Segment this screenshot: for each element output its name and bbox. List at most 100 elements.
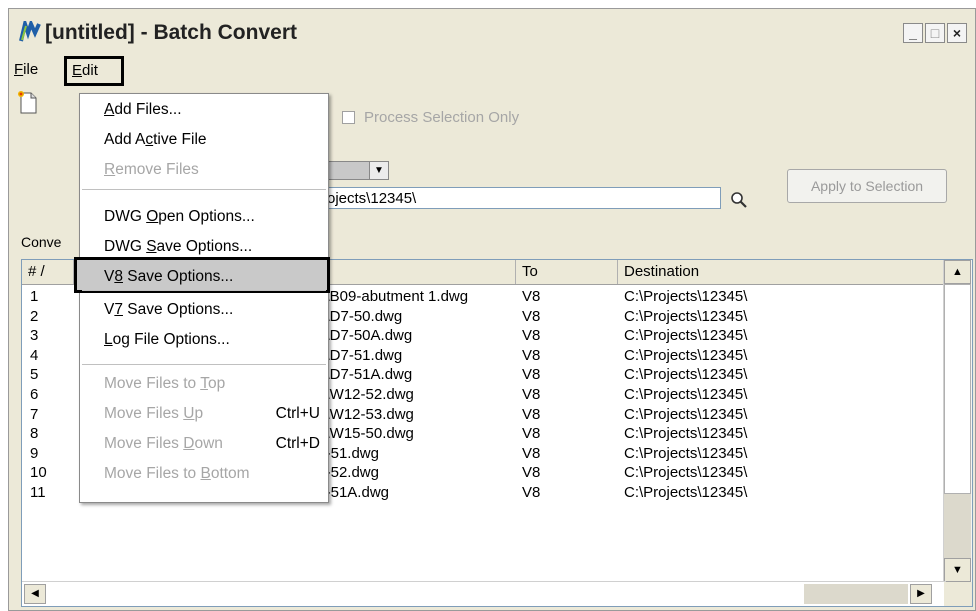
process-selection-checkbox[interactable] bbox=[342, 111, 355, 124]
apply-to-selection-button[interactable]: Apply to Selection bbox=[787, 169, 947, 203]
menu-item-move-files-up[interactable]: Move Files Up Ctrl+U bbox=[80, 402, 328, 426]
row-source-file: s\W15-50.dwg bbox=[318, 425, 414, 443]
row-destination: C:\Projects\12345\ bbox=[624, 484, 748, 501]
process-selection-label: Process Selection Only bbox=[364, 109, 520, 126]
menu-item-label: V8 Save Options... bbox=[104, 268, 234, 285]
column-number[interactable]: # / bbox=[22, 260, 74, 284]
row-destination: C:\Projects\12345\ bbox=[624, 464, 748, 482]
row-destination: C:\Projects\12345\ bbox=[624, 386, 748, 403]
row-destination: C:\Projects\12345\ bbox=[624, 366, 748, 384]
row-source-file: s\W12-53.dwg bbox=[318, 405, 414, 423]
row-source-file: s\D7-50.dwg bbox=[318, 307, 403, 325]
scroll-down-icon[interactable]: ▼ bbox=[944, 558, 971, 582]
menu-item-label: Move Files Up bbox=[104, 405, 204, 422]
menu-item-v8-save-options[interactable]: V8 Save Options... bbox=[80, 265, 328, 289]
menu-item-dwg-save-options[interactable]: DWG Save Options... bbox=[80, 235, 328, 259]
row-destination: C:\Projects\12345\ bbox=[624, 288, 748, 305]
destination-path-field[interactable]: rojects\12345\ bbox=[309, 187, 721, 209]
new-document-icon[interactable] bbox=[17, 89, 39, 115]
scroll-left-icon[interactable]: ◀ bbox=[24, 584, 46, 604]
row-number: 2 bbox=[30, 307, 39, 325]
menu-item-dwg-open-options[interactable]: DWG Open Options... bbox=[80, 205, 328, 229]
menu-item-add-files[interactable]: Add Files... bbox=[80, 98, 328, 122]
conversion-list-label: Conve bbox=[21, 234, 62, 250]
edit-menu-dropdown: Add Files... Add Active File Remove Files D… bbox=[74, 93, 330, 503]
scroll-corner bbox=[944, 582, 972, 606]
row-source-file: s\D7-51.dwg bbox=[318, 346, 403, 364]
menu-item-label: DWG Save Options... bbox=[104, 238, 253, 255]
menu-item-label: Remove Files bbox=[104, 161, 199, 178]
row-destination: C:\Projects\12345\ bbox=[624, 444, 748, 462]
row-number: 4 bbox=[30, 346, 39, 364]
menu-file[interactable]: File bbox=[14, 61, 38, 78]
menu-item-move-files-down[interactable]: Move Files Down Ctrl+D bbox=[80, 432, 328, 456]
menu-item-label: Move Files to Bottom bbox=[104, 465, 250, 482]
menu-separator bbox=[82, 364, 326, 365]
row-target-format: V8 bbox=[522, 464, 541, 482]
row-target-format: V8 bbox=[522, 386, 541, 403]
row-target-format: V8 bbox=[522, 346, 541, 364]
row-number: 8 bbox=[30, 425, 39, 443]
menu-item-label: DWG Open Options... bbox=[104, 208, 255, 225]
row-number: 7 bbox=[30, 405, 39, 423]
menu-item-move-files-to-bottom[interactable]: Move Files to Bottom bbox=[80, 462, 328, 486]
row-target-format: V8 bbox=[522, 327, 541, 345]
menu-item-label: Add Active File bbox=[104, 131, 207, 148]
row-number: 6 bbox=[30, 386, 39, 403]
menu-item-move-files-to-top[interactable]: Move Files to Top bbox=[80, 372, 328, 396]
row-number: 9 bbox=[30, 444, 39, 462]
row-target-format: V8 bbox=[522, 288, 541, 305]
row-number: 1 bbox=[30, 288, 39, 305]
row-target-format: V8 bbox=[522, 307, 541, 325]
menu-item-label: Add Files... bbox=[104, 101, 182, 118]
scroll-up-icon[interactable]: ▲ bbox=[944, 260, 971, 284]
row-destination: C:\Projects\12345\ bbox=[624, 405, 748, 423]
row-destination: C:\Projects\12345\ bbox=[624, 425, 748, 443]
menu-item-add-active-file[interactable]: Add Active File bbox=[80, 128, 328, 152]
menu-edit[interactable]: Edit bbox=[64, 56, 124, 86]
microstation-app-icon bbox=[19, 21, 41, 42]
column-to[interactable]: To bbox=[516, 260, 618, 284]
search-icon[interactable] bbox=[728, 189, 750, 211]
menu-item-log-file-options[interactable]: Log File Options... bbox=[80, 328, 328, 352]
row-source-file: s\D7-50A.dwg bbox=[318, 327, 413, 345]
row-target-format: V8 bbox=[522, 484, 541, 501]
row-source-file: s\D7-51A.dwg bbox=[318, 366, 413, 384]
row-number: 10 bbox=[30, 464, 47, 482]
chevron-down-icon[interactable]: ▼ bbox=[369, 162, 388, 179]
row-destination: C:\Projects\12345\ bbox=[624, 346, 748, 364]
row-destination: C:\Projects\12345\ bbox=[624, 307, 748, 325]
row-target-format: V8 bbox=[522, 366, 541, 384]
vertical-scrollbar[interactable]: ▲ ▼ bbox=[943, 260, 972, 582]
menu-item-shortcut: Ctrl+D bbox=[275, 435, 320, 452]
menu-bar: File Edit bbox=[9, 56, 975, 86]
row-target-format: V8 bbox=[522, 425, 541, 443]
menu-item-v7-save-options[interactable]: V7 Save Options... bbox=[80, 298, 328, 322]
scroll-track[interactable] bbox=[944, 494, 971, 558]
menu-separator bbox=[82, 290, 326, 291]
row-number: 5 bbox=[30, 366, 39, 384]
menu-item-label: Log File Options... bbox=[104, 331, 230, 348]
menu-item-label: Move Files to Top bbox=[104, 375, 226, 392]
horizontal-scrollbar[interactable]: ◀ ▶ bbox=[22, 581, 946, 606]
menu-separator bbox=[82, 189, 326, 190]
maximize-button[interactable]: □ bbox=[925, 23, 945, 43]
column-destination[interactable]: Destination bbox=[618, 260, 944, 284]
row-source-file: s\W12-52.dwg bbox=[318, 386, 414, 403]
menu-item-label: V7 Save Options... bbox=[104, 301, 234, 318]
row-target-format: V8 bbox=[522, 405, 541, 423]
window-title: [untitled] - Batch Convert bbox=[45, 21, 297, 44]
row-target-format: V8 bbox=[522, 444, 541, 462]
hscroll-track[interactable] bbox=[804, 584, 908, 604]
row-number: 11 bbox=[30, 484, 46, 501]
menu-item-remove-files[interactable]: Remove Files bbox=[80, 158, 328, 182]
minimize-button[interactable]: _ bbox=[903, 23, 923, 43]
scroll-right-icon[interactable]: ▶ bbox=[910, 584, 932, 604]
batch-convert-window: [untitled] - Batch Convert _ □ × File Ed… bbox=[8, 8, 976, 611]
scroll-thumb[interactable] bbox=[944, 284, 971, 494]
row-source-file: s\B09-abutment 1.dwg bbox=[318, 288, 469, 305]
close-button[interactable]: × bbox=[947, 23, 967, 43]
title-bar[interactable]: [untitled] - Batch Convert _ □ × bbox=[9, 9, 975, 55]
row-destination: C:\Projects\12345\ bbox=[624, 327, 748, 345]
menu-item-label: Move Files Down bbox=[104, 435, 223, 452]
